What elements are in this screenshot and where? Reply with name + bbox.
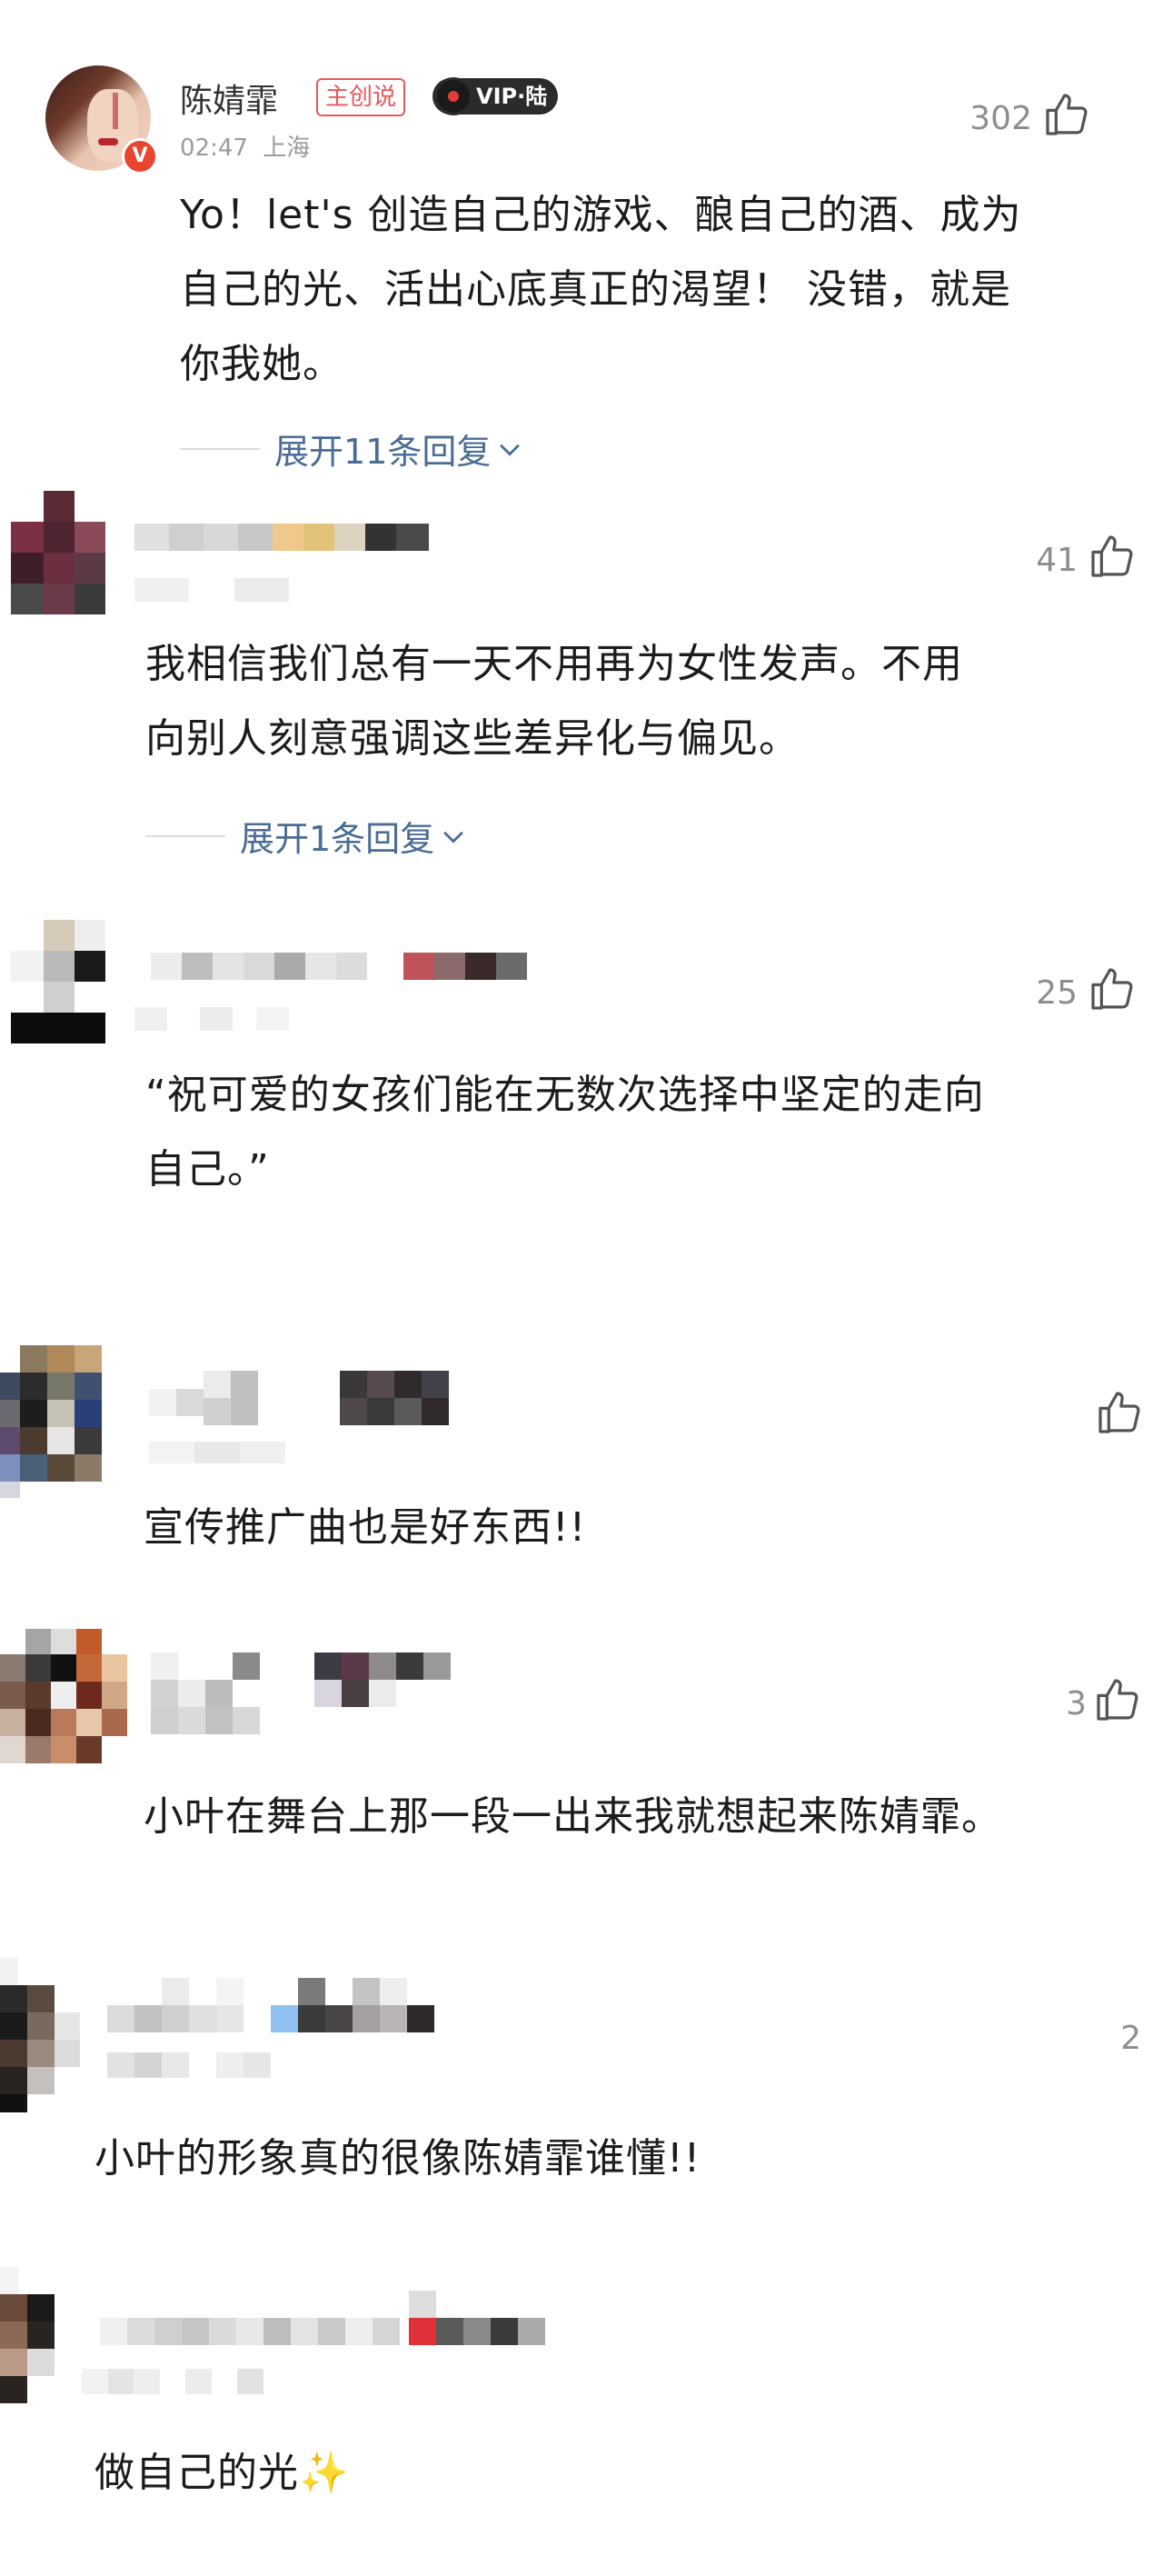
comment-meta-redacted bbox=[82, 2369, 264, 2394]
comment-meta-redacted bbox=[149, 1442, 285, 1463]
like-count: 3 bbox=[1066, 1685, 1087, 1722]
vip-label: VIP·陆 bbox=[476, 84, 548, 109]
avatar[interactable] bbox=[0, 1345, 102, 1498]
comment-location: 上海 bbox=[263, 135, 311, 162]
author-name-redacted bbox=[134, 524, 443, 551]
like-count: 302 bbox=[969, 100, 1032, 137]
comment-meta-redacted bbox=[107, 2052, 271, 2078]
comment-meta-redacted bbox=[134, 1007, 289, 1031]
avatar[interactable] bbox=[11, 920, 105, 1043]
vinyl-disc-icon bbox=[434, 77, 472, 115]
thumbs-up-icon[interactable] bbox=[1087, 964, 1138, 1014]
like-count: 25 bbox=[1036, 974, 1078, 1012]
divider-line bbox=[145, 834, 225, 837]
comment-line: 小叶在舞台上那一段一出来我就想起来陈婧霏。 bbox=[144, 1793, 1002, 1840]
comment-text: 宣传推广曲也是好东西!! bbox=[144, 1491, 1143, 1565]
comment-line: 宣传推广曲也是好东西!! bbox=[144, 1504, 587, 1551]
comment-line: 小叶的形象真的很像陈婧霏谁懂!! bbox=[94, 2135, 701, 2182]
avatar[interactable] bbox=[0, 1629, 127, 1763]
creator-badge: 主创说 bbox=[316, 78, 406, 116]
comment-line: 做自己的光✨ bbox=[94, 2450, 350, 2496]
author-name-redacted bbox=[151, 953, 569, 980]
chevron-down-icon bbox=[500, 444, 521, 456]
author-name[interactable]: 陈婧霏 bbox=[180, 75, 278, 122]
expand-replies-label: 展开1条回复 bbox=[240, 819, 435, 859]
comment-line: “祝可爱的女孩们能在无数次选择中坚定的走向 bbox=[145, 1072, 985, 1118]
thumbs-up-icon[interactable] bbox=[1094, 1387, 1145, 1438]
like-count: 41 bbox=[1036, 542, 1078, 579]
comment-time: 02:47 bbox=[180, 135, 248, 162]
avatar[interactable] bbox=[0, 2267, 64, 2403]
author-name-redacted bbox=[100, 2291, 618, 2345]
comment-text: 我相信我们总有一天不用再为女性发声。不用 向别人刻意强调这些差异化与偏见。 bbox=[145, 627, 1145, 776]
author-name-redacted bbox=[149, 1371, 476, 1425]
comment-line: 自己的光、活出心底真正的渴望！ 没错，就是 bbox=[180, 266, 1011, 313]
comment-meta-redacted bbox=[134, 578, 289, 602]
divider-line bbox=[180, 447, 260, 450]
author-name-redacted bbox=[107, 1978, 452, 2032]
comment-line: 我相信我们总有一天不用再为女性发声。不用 bbox=[145, 641, 963, 687]
avatar[interactable] bbox=[11, 491, 105, 614]
vip-badge: VIP·陆 bbox=[432, 77, 559, 115]
comment-text: 小叶在舞台上那一段一出来我就想起来陈婧霏。 bbox=[144, 1780, 1161, 1854]
thumbs-up-icon[interactable] bbox=[1092, 1674, 1143, 1725]
expand-replies-button[interactable]: 展开1条回复 bbox=[145, 811, 469, 861]
expand-replies-label: 展开11条回复 bbox=[274, 432, 492, 472]
comment-text: 做自己的光✨ bbox=[94, 2436, 1094, 2511]
comment-text: 小叶的形象真的很像陈婧霏谁懂!! bbox=[94, 2122, 1130, 2196]
comment-meta: 02:47 上海 bbox=[180, 129, 310, 163]
author-name-redacted bbox=[151, 1652, 478, 1734]
comment-line: Yo！let's 创造自己的游戏、酿自己的酒、成为 bbox=[180, 192, 1022, 238]
chevron-down-icon bbox=[443, 831, 464, 844]
expand-replies-button[interactable]: 展开11条回复 bbox=[180, 424, 525, 474]
avatar[interactable] bbox=[0, 1949, 80, 2112]
comment-line: 自己。” bbox=[145, 1146, 270, 1193]
thumbs-up-icon[interactable] bbox=[1087, 531, 1138, 582]
comment-line: 你我她。 bbox=[180, 341, 343, 387]
like-count: 2 bbox=[1120, 2020, 1141, 2057]
verified-v-icon: V bbox=[122, 138, 158, 175]
comment-text: Yo！let's 创造自己的游戏、酿自己的酒、成为 自己的光、活出心底真正的渴望… bbox=[180, 178, 1143, 402]
comment-text: “祝可爱的女孩们能在无数次选择中坚定的走向 自己。” bbox=[145, 1058, 1154, 1207]
comment-line: 向别人刻意强调这些差异化与偏见。 bbox=[145, 715, 800, 762]
thumbs-up-icon[interactable] bbox=[1041, 89, 1092, 140]
